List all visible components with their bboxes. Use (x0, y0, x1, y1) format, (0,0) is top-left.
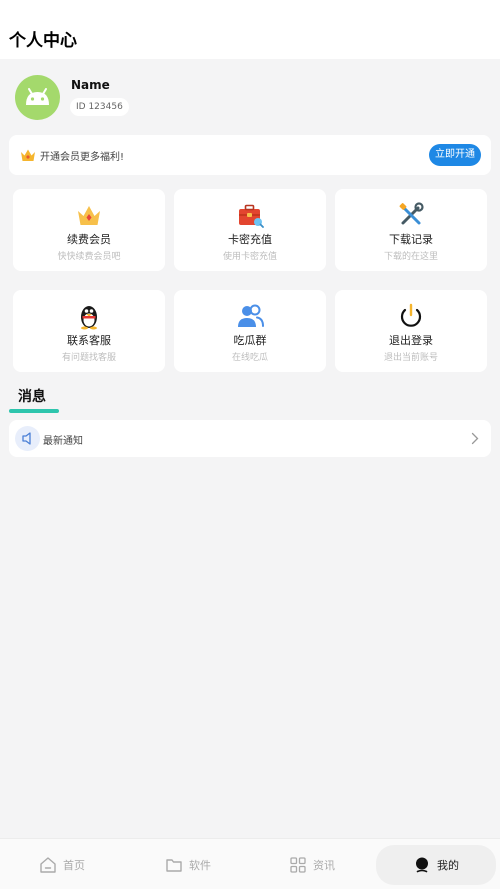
card-subtitle: 在线吃瓜 (231, 353, 268, 363)
card-subtitle: 快快续费会员吧 (57, 252, 121, 262)
chevron-right-icon (471, 432, 479, 445)
page-title: 个人中心 (9, 31, 77, 51)
folder-icon (166, 859, 182, 872)
bottom-tab-bar: 首页 软件 资讯 我的 (0, 838, 500, 889)
card-melon-group[interactable]: 吃瓜群 在线吃瓜 (174, 290, 326, 372)
android-icon (26, 88, 49, 105)
card-label: 退出登录 (389, 334, 433, 347)
card-label: 卡密充值 (228, 233, 272, 246)
speaker-icon (22, 432, 31, 445)
tab-mine[interactable]: 我的 (376, 845, 496, 885)
card-label: 吃瓜群 (233, 334, 267, 347)
open-vip-button[interactable]: 立即开通 (429, 144, 481, 166)
card-contact-support[interactable]: 联系客服 有问题找客服 (13, 290, 165, 372)
user-id-badge: ID 123456 (70, 98, 129, 116)
group-icon (238, 304, 264, 327)
notice-icon-wrap (15, 426, 40, 451)
briefcase-icon (239, 204, 264, 228)
crown-icon (78, 206, 100, 225)
power-icon (400, 303, 422, 327)
card-subtitle: 有问题找客服 (61, 353, 116, 363)
card-logout[interactable]: 退出登录 退出当前账号 (335, 290, 487, 372)
tools-icon (399, 202, 424, 225)
tab-home[interactable]: 首页 (14, 845, 110, 885)
messages-section-title: 消息 (18, 389, 46, 405)
card-label: 续费会员 (67, 233, 111, 246)
tab-label: 资讯 (313, 859, 335, 872)
card-card-recharge[interactable]: 卡密充值 使用卡密充值 (174, 189, 326, 271)
tab-label: 软件 (189, 859, 211, 872)
tab-label: 首页 (63, 859, 85, 872)
user-icon (416, 857, 428, 873)
vip-promo-text: 开通会员更多福利! (40, 152, 125, 163)
grid-icon (290, 857, 306, 873)
avatar[interactable] (15, 75, 60, 120)
section-underline (9, 409, 59, 413)
tab-label: 我的 (437, 859, 459, 872)
profile-section[interactable]: Name ID 123456 (0, 59, 500, 133)
card-subtitle: 使用卡密充值 (222, 252, 277, 262)
home-icon (40, 857, 56, 873)
notice-label: 最新通知 (43, 436, 83, 447)
tab-news[interactable]: 资讯 (264, 845, 360, 885)
card-renew-vip[interactable]: 续费会员 快快续费会员吧 (13, 189, 165, 271)
user-name: Name (71, 78, 110, 92)
vip-promo-bar[interactable]: 开通会员更多福利! 立即开通 (9, 135, 491, 175)
top-app-bar: 个人中心 (0, 0, 500, 59)
card-subtitle: 下载的在这里 (383, 252, 438, 262)
card-subtitle: 退出当前账号 (383, 353, 438, 363)
crown-icon (21, 149, 35, 161)
tab-software[interactable]: 软件 (140, 845, 236, 885)
penguin-icon (81, 306, 97, 330)
latest-notice-row[interactable]: 最新通知 (9, 420, 491, 457)
card-download-history[interactable]: 下载记录 下载的在这里 (335, 189, 487, 271)
card-label: 联系客服 (67, 334, 111, 347)
card-label: 下载记录 (389, 233, 433, 246)
